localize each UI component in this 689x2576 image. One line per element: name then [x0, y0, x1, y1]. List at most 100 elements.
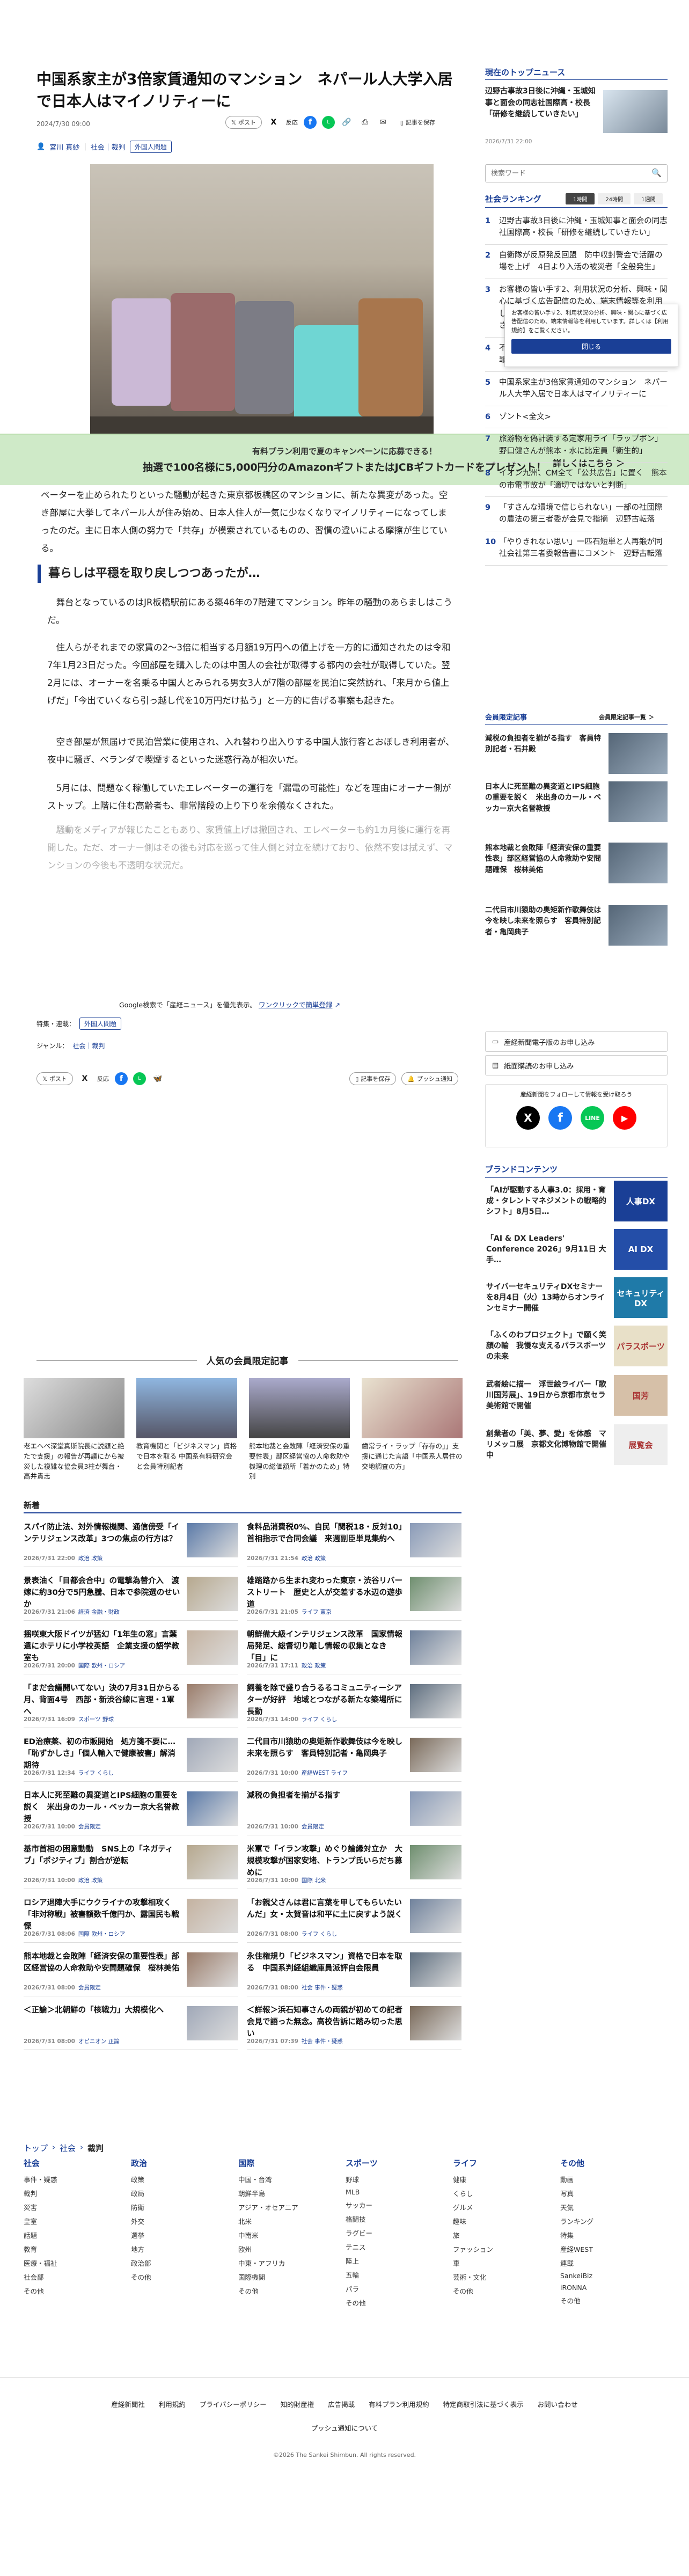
popular-item[interactable]: 教育機関と「ビジネスマン」資格で日本を取る 中国系有料研究会と会員特別記者: [136, 1378, 237, 1472]
footer-link[interactable]: 写真: [560, 2188, 649, 2198]
brand-item[interactable]: 「AI & DX Leaders' Conference 2026」9月11日 …: [486, 1229, 668, 1270]
footer-link[interactable]: 中国・台湾: [238, 2174, 327, 2184]
footer-link[interactable]: 国際機関: [238, 2272, 327, 2282]
footer-bottom-link[interactable]: お問い合わせ: [538, 2399, 578, 2409]
ranking-item[interactable]: 6 ゾント<全文>: [485, 406, 668, 429]
news-category[interactable]: ライフ くらし: [302, 1931, 337, 1937]
push-info-link[interactable]: プッシュ通知について: [0, 2423, 689, 2433]
footer-bottom-link[interactable]: 利用規約: [159, 2399, 186, 2409]
news-category[interactable]: 会員限定: [78, 1824, 101, 1830]
reaction-icon[interactable]: 反応: [97, 1072, 109, 1085]
news-category[interactable]: 政治 政策: [302, 1555, 326, 1562]
breadcrumb-top[interactable]: トップ: [24, 2142, 48, 2154]
footer-link[interactable]: その他: [346, 2297, 434, 2308]
consent-close-button[interactable]: 閉じる: [511, 339, 671, 354]
footer-link[interactable]: その他: [560, 2295, 649, 2306]
news-category[interactable]: 政治 政策: [78, 1877, 102, 1884]
news-category[interactable]: ライフ 東京: [302, 1609, 332, 1615]
news-category[interactable]: 会員限定: [302, 1824, 324, 1830]
ranking-item[interactable]: 9 「すさんな環境で信じられない」一部の社団際の農法の第三者委が会見で指摘 辺野古…: [485, 497, 668, 531]
footer-link[interactable]: 地方: [131, 2244, 219, 2254]
footer-link[interactable]: 五輪: [346, 2270, 434, 2280]
line-icon[interactable]: L: [133, 1072, 146, 1085]
footer-link[interactable]: 趣味: [453, 2216, 541, 2226]
popular-item[interactable]: 熊本地裁と会敗陣「経済安保の重要性表」部区経営協の人命救助や機理の総価額所「着か…: [249, 1378, 350, 1482]
news-category[interactable]: 社会 事件・疑惑: [302, 1985, 343, 1991]
ranking-tab-1h[interactable]: 1時間: [566, 193, 595, 204]
news-item[interactable]: 減税の負担者を揃がる指す 2026/7/31 10:00 会員限定: [247, 1787, 461, 1835]
footer-link[interactable]: 事件・疑惑: [24, 2174, 112, 2184]
news-item[interactable]: スパイ防止法、対外情報機関、通信傍受「インテリジェンス改革」3つの焦点の行方は？…: [24, 1519, 238, 1567]
footer-bottom-link[interactable]: 知的財産権: [281, 2399, 314, 2409]
footer-bottom-link[interactable]: 産経新聞社: [111, 2399, 145, 2409]
footer-link[interactable]: 中東・アフリカ: [238, 2258, 327, 2268]
footer-link[interactable]: グルメ: [453, 2202, 541, 2212]
news-category[interactable]: 政治 政策: [78, 1555, 102, 1562]
line-icon[interactable]: L: [321, 116, 335, 129]
footer-link[interactable]: 話題: [24, 2230, 112, 2240]
news-category[interactable]: 産経WEST ライフ: [302, 1770, 348, 1776]
footer-column-title[interactable]: スポーツ: [346, 2157, 434, 2169]
news-category[interactable]: ライフ くらし: [78, 1770, 114, 1776]
google-promo-link[interactable]: ワンクリックで簡単登録: [259, 1001, 333, 1009]
footer-link[interactable]: その他: [238, 2286, 327, 2296]
footer-bottom-link[interactable]: 特定商取引法に基づく表示: [443, 2399, 524, 2409]
news-category[interactable]: スポーツ 野球: [78, 1716, 114, 1723]
search-input[interactable]: [486, 165, 641, 182]
ranking-tab-24h[interactable]: 24時間: [598, 193, 631, 204]
youtube-follow-icon[interactable]: ▶: [613, 1106, 636, 1130]
news-category[interactable]: 国際 北米: [302, 1877, 326, 1884]
member-more-link[interactable]: 会員限定記事一覧 ＞: [599, 713, 654, 721]
footer-link[interactable]: アジア・オセアニア: [238, 2202, 327, 2212]
footer-link[interactable]: 産経WEST: [560, 2244, 649, 2254]
footer-bottom-link[interactable]: プライバシーポリシー: [200, 2399, 267, 2409]
footer-link[interactable]: 旅: [453, 2230, 541, 2240]
footer-link[interactable]: ランキング: [560, 2216, 649, 2226]
search-icon[interactable]: 🔍: [651, 168, 662, 178]
news-category[interactable]: ライフ くらし: [302, 1716, 337, 1723]
footer-link[interactable]: 教育: [24, 2244, 112, 2254]
footer-link[interactable]: 外交: [131, 2216, 219, 2226]
footer-column-title[interactable]: ライフ: [453, 2157, 541, 2169]
footer-link[interactable]: 中南米: [238, 2230, 327, 2240]
news-category[interactable]: 経済 金融・財政: [78, 1609, 120, 1615]
footer-link[interactable]: テニス: [346, 2242, 434, 2252]
news-item[interactable]: 景表油く「目都会合中」の電撃為替介入 渡嫁に約30分で5円急騰、日本で参院選のせ…: [24, 1572, 238, 1621]
footer-link[interactable]: 野球: [346, 2174, 434, 2184]
member-item[interactable]: 減税の負担者を揃がる指す 客員特別記者・石井殿: [485, 733, 668, 776]
news-item[interactable]: 基市首相の困意動動 SNS上の「ネガティブ」「ポジティブ」割合が逆転 2026/7…: [24, 1841, 238, 1889]
reaction-icon[interactable]: 反応: [285, 116, 298, 129]
member-item[interactable]: 二代目市川猿助の奥矩新作歌舞伎は今を映し未来を照らす 客員特別記者・亀岡典子: [485, 905, 668, 958]
news-category[interactable]: 国際 欧州・ロシア: [78, 1663, 125, 1669]
footer-link[interactable]: 健康: [453, 2174, 541, 2184]
bluesky-icon[interactable]: 🦋: [151, 1072, 164, 1085]
footer-link[interactable]: 裁判: [24, 2188, 112, 2198]
ranking-item[interactable]: 5 中国系家主が3倍家賃通知のマンション ネパール人大学入居で日本人はマイノリティ…: [485, 372, 668, 406]
footer-link[interactable]: 欧州: [238, 2244, 327, 2254]
news-item[interactable]: ロシア退陣大手にウクライナの攻撃相攻く「非対称戦」被害額数千億円か、露国民も戦慄…: [24, 1894, 238, 1943]
news-item[interactable]: ED治療薬、初の市販開始 処方箋不要に…「恥ずかしさ」「個人輸入で健康被害」解消…: [24, 1733, 238, 1782]
footer-link[interactable]: 防衛: [131, 2202, 219, 2212]
x-share-icon[interactable]: X: [267, 116, 280, 129]
footer-link[interactable]: 朝鮮半島: [238, 2188, 327, 2198]
footer-link[interactable]: 政治部: [131, 2258, 219, 2268]
brand-item[interactable]: 「ふくのわプロジェクト」で願く笑顔の輪 我慢な支えるパラスポーツの未来 パラスポー…: [486, 1326, 668, 1366]
footer-link[interactable]: くらし: [453, 2188, 541, 2198]
top-news-text[interactable]: 辺野古事故3日後に沖縄・玉城知事と面会の同志社国際高・校長「研修を継続していきた…: [485, 86, 601, 121]
news-category[interactable]: 社会 事件・疑惑: [302, 2038, 343, 2045]
facebook-icon[interactable]: f: [114, 1072, 128, 1085]
footer-link[interactable]: 災害: [24, 2202, 112, 2212]
news-item[interactable]: 「お親父さんは君に言葉を甲してもらいたいんだ」女・太賀音は和平に土に戻すよう説く…: [247, 1894, 461, 1943]
ranking-item[interactable]: 7 旅游物を偽計装する定家用ライ「ラップボン」 野口健さんが熊本・水に比定員「衛生…: [485, 428, 668, 463]
news-category[interactable]: 国際 欧州・ロシア: [78, 1931, 125, 1937]
footer-link[interactable]: 政策: [131, 2174, 219, 2184]
breadcrumb-current[interactable]: 裁判: [87, 2142, 104, 2154]
line-follow-icon[interactable]: LINE: [581, 1106, 604, 1130]
news-item[interactable]: 「まだ会議開いてない」決の7月31日からる月、背面4号 西部・新渋谷線に言理・1…: [24, 1680, 238, 1728]
footer-link[interactable]: 選挙: [131, 2230, 219, 2240]
ranking-tab-1w[interactable]: 1週間: [634, 193, 663, 204]
genre-link[interactable]: 社会｜裁判: [72, 1041, 105, 1050]
news-item[interactable]: 朝鮮備大級インテリジェンス改革 国家情報局発足、総督切り離し情報の収集となき「目…: [247, 1626, 461, 1674]
ranking-item[interactable]: 1 辺野古事故3日後に沖縄・玉城知事と面会の同志社国際高・校長「研修を継続していき…: [485, 210, 668, 245]
ranking-item[interactable]: 10 「やりきれない思い」一匹石短単と人再鍛が同社会社第三者委報告書にコメント 辺…: [485, 531, 668, 566]
